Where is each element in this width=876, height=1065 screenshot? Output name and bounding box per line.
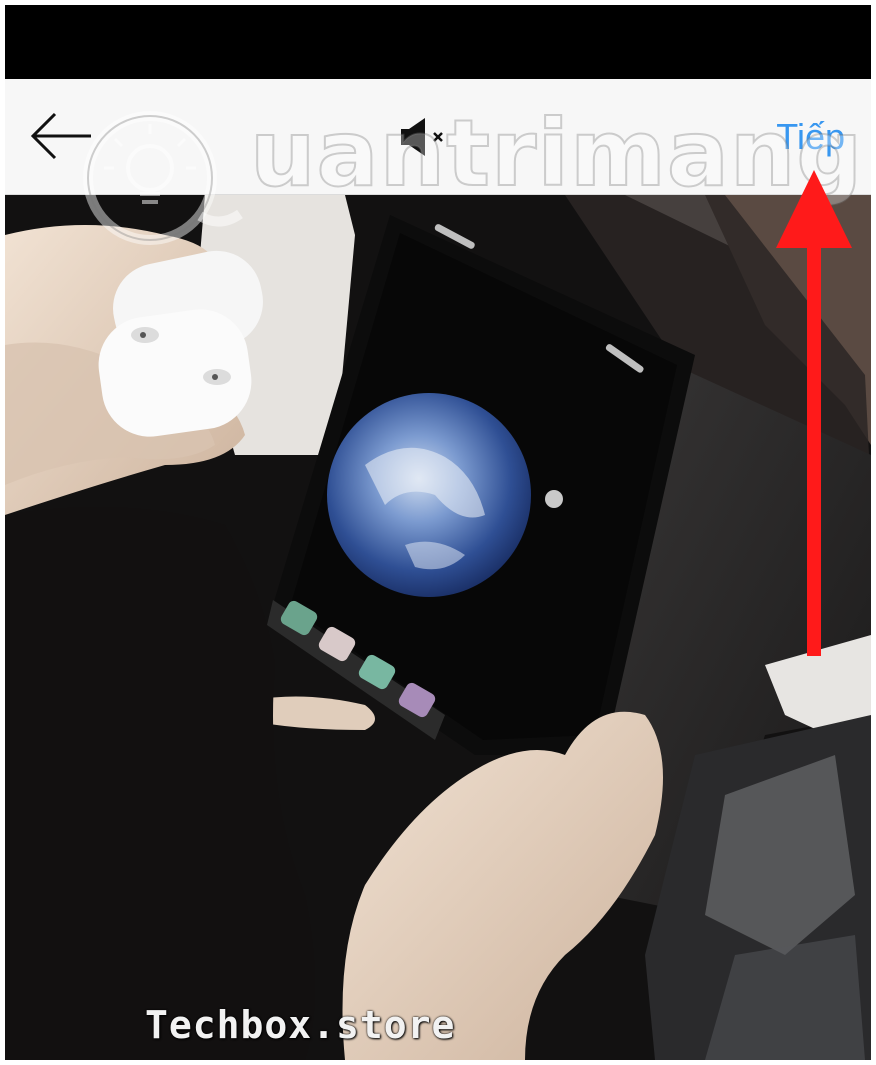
video-preview: Techbox.store: [5, 195, 871, 1060]
red-arrow-annotation: [776, 170, 852, 656]
speaker-muted-icon: [401, 118, 443, 156]
video-frame-image: [5, 195, 871, 1060]
video-caption-text: Techbox.store: [145, 1003, 456, 1047]
status-bar: [5, 5, 871, 79]
next-button[interactable]: Tiếp: [776, 115, 845, 159]
top-nav-bar: Tiếp: [5, 79, 871, 195]
mute-button[interactable]: [397, 115, 459, 159]
story-editor-screen: Tiếp Techbox.store uantrimang: [0, 0, 876, 1065]
arrow-left-icon: [30, 112, 91, 160]
back-button[interactable]: [27, 109, 97, 163]
